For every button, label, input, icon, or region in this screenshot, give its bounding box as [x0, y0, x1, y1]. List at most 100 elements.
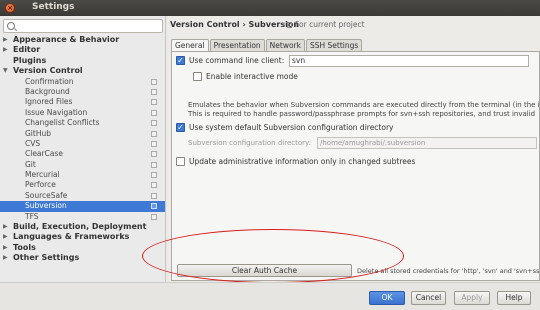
sidebar-item-label: Tools	[13, 242, 36, 252]
sidebar-item-label: Version Control	[13, 66, 83, 76]
breadcrumb: Version Control › Subversion	[170, 20, 300, 29]
window-title: Settings	[32, 2, 75, 12]
apply-button[interactable]: Apply	[454, 291, 490, 305]
project-scope-icon	[151, 78, 157, 85]
sidebar-item-label: Plugins	[13, 55, 47, 65]
sidebar-item-changelist-conflicts[interactable]: Changelist Conflicts	[0, 118, 165, 128]
chevron-right-icon[interactable]: ▶	[3, 222, 8, 232]
sidebar-item-confirmation[interactable]: Confirmation	[0, 77, 165, 87]
window-close-icon[interactable]: ×	[5, 3, 15, 13]
sidebar-item-label: Issue Navigation	[25, 107, 88, 117]
sidebar-item-tools[interactable]: ▶ Tools	[0, 243, 165, 253]
enable-interactive-label: Enable interactive mode	[206, 72, 298, 81]
project-scope-icon	[287, 22, 292, 28]
sidebar-item-editor[interactable]: ▶ Editor	[0, 45, 165, 55]
for-current-project-label: For current project	[295, 20, 365, 29]
sidebar-item-label: Background	[25, 86, 70, 96]
project-scope-icon	[151, 192, 157, 199]
sidebar-item-label: Perforce	[25, 180, 56, 190]
sidebar-item-label: Mercurial	[25, 170, 60, 180]
chevron-right-icon[interactable]: ▶	[3, 243, 8, 253]
project-scope-icon	[151, 203, 157, 210]
settings-tree: ▶ Appearance & Behavior ▶ Editor Plugins ▼ Ver…	[0, 35, 165, 264]
update-admin-checkbox[interactable]	[176, 157, 185, 166]
general-panel: ✓ Use command line client: svn Enable in…	[171, 51, 540, 281]
project-scope-icon	[151, 140, 157, 147]
sidebar-item-mercurial[interactable]: Mercurial	[0, 170, 165, 180]
sidebar-item-git[interactable]: Git	[0, 160, 165, 170]
tab-ssh-settings[interactable]: SSH Settings	[306, 39, 363, 51]
chevron-right-icon[interactable]: ▶	[3, 253, 8, 263]
sidebar-item-subversion[interactable]: Subversion	[0, 201, 165, 212]
clear-auth-cache-button[interactable]: Clear Auth Cache	[177, 264, 352, 277]
project-scope-icon	[151, 120, 157, 127]
sidebar-item-clearcase[interactable]: ClearCase	[0, 149, 165, 159]
settings-sidebar: ▶ Appearance & Behavior ▶ Editor Plugins ▼ Ver…	[0, 16, 166, 282]
settings-content: Version Control › Subversion For current…	[167, 16, 540, 282]
sidebar-item-label: Other Settings	[13, 253, 80, 263]
dialog-footer: OK Cancel Apply Help	[0, 282, 540, 310]
sidebar-item-label: TFS	[25, 211, 39, 221]
sidebar-item-perforce[interactable]: Perforce	[0, 180, 165, 190]
config-dir-label: Subversion configuration directory:	[188, 139, 312, 147]
sidebar-item-label: Confirmation	[25, 76, 74, 86]
chevron-down-icon[interactable]: ▼	[3, 66, 8, 76]
sidebar-item-label: Editor	[13, 45, 41, 55]
search-input[interactable]	[3, 19, 163, 33]
sidebar-item-label: Subversion	[25, 201, 67, 211]
project-scope-icon	[151, 172, 157, 179]
config-dir-input[interactable]: /home/amughrabi/.subversion	[317, 137, 537, 149]
ok-button[interactable]: OK	[369, 291, 405, 305]
sidebar-item-issue-navigation[interactable]: Issue Navigation	[0, 108, 165, 118]
use-system-default-checkbox[interactable]: ✓	[176, 123, 185, 132]
project-scope-icon	[151, 182, 157, 189]
sidebar-item-label: Languages & Frameworks	[13, 232, 130, 242]
emulate-line-2: This is required to handle password/pass…	[188, 109, 536, 118]
sidebar-item-github[interactable]: GitHub	[0, 129, 165, 139]
sidebar-item-label: Appearance & Behavior	[13, 35, 120, 44]
use-command-line-checkbox[interactable]: ✓	[176, 56, 185, 65]
sidebar-item-plugins[interactable]: Plugins	[0, 56, 165, 66]
chevron-right-icon[interactable]: ▶	[3, 45, 8, 55]
project-scope-icon	[151, 213, 157, 220]
sidebar-item-label: CVS	[25, 138, 41, 148]
chevron-right-icon[interactable]: ▶	[3, 35, 8, 45]
project-scope-icon	[151, 88, 157, 95]
sidebar-item-label: Git	[25, 159, 36, 169]
sidebar-item-tfs[interactable]: TFS	[0, 212, 165, 222]
for-current-project: For current project	[287, 20, 365, 29]
sidebar-item-background[interactable]: Background	[0, 87, 165, 97]
update-admin-label: Update administrative information only i…	[189, 157, 416, 166]
project-scope-icon	[151, 109, 157, 116]
sidebar-item-sourcesafe[interactable]: SourceSafe	[0, 191, 165, 201]
use-command-line-label: Use command line client:	[189, 56, 285, 65]
tab-presentation[interactable]: Presentation	[209, 39, 265, 51]
window-titlebar: × Settings	[0, 0, 540, 16]
cancel-button[interactable]: Cancel	[411, 291, 446, 305]
sidebar-item-label: GitHub	[25, 128, 51, 138]
project-scope-icon	[151, 161, 157, 168]
command-line-client-input[interactable]: svn	[289, 55, 529, 67]
tab-network[interactable]: Network	[265, 39, 305, 51]
sidebar-item-label: SourceSafe	[25, 190, 68, 200]
emulate-line-1: Emulates the behavior when Subversion co…	[188, 101, 540, 109]
sidebar-item-cvs[interactable]: CVS	[0, 139, 165, 149]
sidebar-item-label: ClearCase	[25, 149, 63, 159]
sidebar-item-other-settings[interactable]: ▶ Other Settings	[0, 253, 165, 263]
enable-interactive-checkbox[interactable]	[193, 72, 202, 81]
project-scope-icon	[151, 99, 157, 106]
sidebar-item-label: Build, Execution, Deployment	[13, 222, 147, 232]
sidebar-item-build-execution-deployment[interactable]: ▶ Build, Execution, Deployment	[0, 222, 165, 232]
sidebar-item-ignored-files[interactable]: Ignored Files	[0, 97, 165, 107]
sidebar-item-label: Ignored Files	[25, 97, 73, 107]
sidebar-item-languages-frameworks[interactable]: ▶ Languages & Frameworks	[0, 232, 165, 242]
project-scope-icon	[151, 130, 157, 137]
use-system-default-label: Use system default Subversion configurat…	[189, 123, 394, 132]
chevron-right-icon[interactable]: ▶	[3, 232, 8, 242]
sidebar-item-label: Changelist Conflicts	[25, 118, 100, 128]
emulate-description: Emulates the behavior when Subversion co…	[188, 101, 540, 118]
help-button[interactable]: Help	[497, 291, 531, 305]
sidebar-item-appearance-behavior[interactable]: ▶ Appearance & Behavior	[0, 35, 165, 45]
clear-auth-cache-description: Delete all stored credentials for 'http'…	[357, 267, 540, 275]
sidebar-item-version-control[interactable]: ▼ Version Control	[0, 66, 165, 76]
